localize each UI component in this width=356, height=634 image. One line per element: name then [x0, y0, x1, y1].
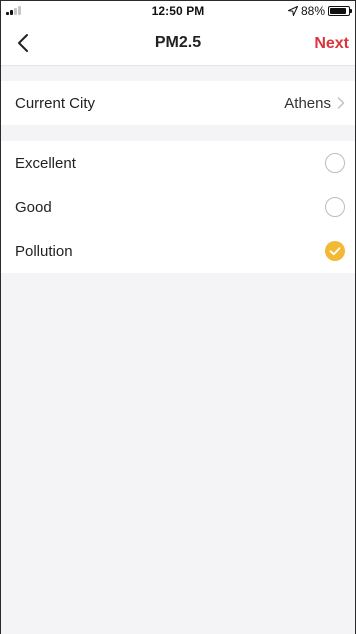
option-label: Good [15, 198, 52, 216]
current-city-label: Current City [15, 94, 96, 112]
nav-bar: PM2.5 Next [1, 20, 355, 66]
radio-unchecked-icon[interactable] [325, 153, 345, 173]
option-good[interactable]: Good [1, 185, 355, 229]
option-excellent[interactable]: Excellent [1, 141, 355, 185]
air-quality-options: Excellent Good Pollution [1, 141, 355, 273]
status-bar: 12:50 PM 88% [1, 0, 355, 20]
battery-icon [328, 6, 352, 16]
city-group: Current City Athens [1, 81, 355, 125]
location-icon [287, 6, 298, 16]
option-label: Pollution [15, 242, 73, 260]
battery-percentage: 88% [300, 4, 325, 18]
status-right: 88% [287, 4, 352, 18]
current-city-value: Athens [284, 94, 331, 112]
option-label: Excellent [15, 154, 76, 172]
check-icon [325, 241, 345, 261]
option-pollution[interactable]: Pollution [1, 229, 355, 273]
radio-unchecked-icon[interactable] [325, 197, 345, 217]
next-button[interactable]: Next [314, 35, 349, 53]
chevron-right-icon [337, 97, 345, 109]
current-city-row[interactable]: Current City Athens [1, 81, 355, 125]
checkmark-selected-icon[interactable] [325, 241, 345, 261]
phone-screen: 12:50 PM 88% PM2.5 Next Current City Ath… [0, 0, 356, 634]
page-title: PM2.5 [154, 34, 202, 51]
